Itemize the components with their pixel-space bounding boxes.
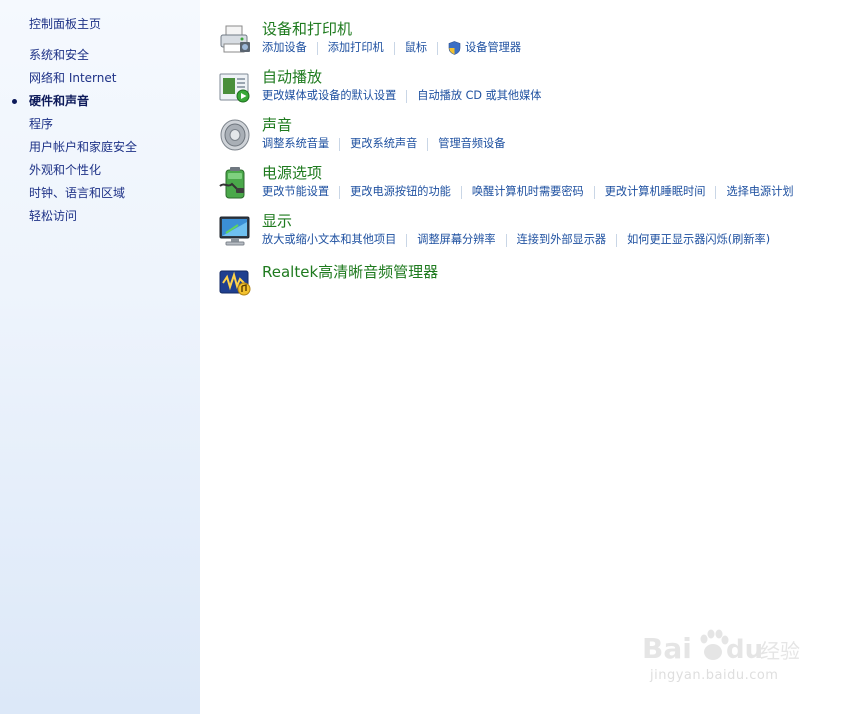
nav-item-network-internet[interactable]: 网络和 Internet xyxy=(29,71,137,94)
nav-item-appearance[interactable]: 外观和个性化 xyxy=(29,163,137,186)
category-power-options: 电源选项 更改节能设置 更改电源按钮的功能 唤醒计算机时需要密码 更改计算机睡眠… xyxy=(218,164,838,208)
nav-item-clock-language-region[interactable]: 时钟、语言和区域 xyxy=(29,186,137,209)
baidu-watermark: Bai du 经验 jingyan.baidu.com xyxy=(642,624,802,694)
baidu-paw-logo-icon: Bai du 经验 xyxy=(642,629,800,665)
link-resize-text[interactable]: 放大或缩小文本和其他项目 xyxy=(262,233,396,247)
link-separator xyxy=(460,185,462,199)
link-adjust-resolution[interactable]: 调整屏幕分辨率 xyxy=(417,233,495,247)
battery-icon[interactable] xyxy=(218,166,252,200)
link-separator xyxy=(339,137,341,151)
control-panel-window: 控制面板主页 系统和安全 网络和 Internet 硬件和声音 程序 用户帐户和… xyxy=(0,0,846,714)
watermark-url: jingyan.baidu.com xyxy=(650,668,779,683)
link-device-manager[interactable]: 设备管理器 xyxy=(448,41,521,55)
link-mouse[interactable]: 鼠标 xyxy=(405,41,427,55)
link-manage-audio-devices[interactable]: 管理音频设备 xyxy=(438,137,505,151)
link-separator xyxy=(393,41,395,55)
link-separator xyxy=(437,41,439,55)
link-change-sounds[interactable]: 更改系统声音 xyxy=(350,137,417,151)
category-sound: 声音 调整系统音量 更改系统声音 管理音频设备 xyxy=(218,116,838,160)
category-title-sound[interactable]: 声音 xyxy=(262,116,292,134)
category-links-devices-printers: 添加设备 添加打印机 鼠标 设备管理器 xyxy=(262,41,521,55)
link-change-sleep-time[interactable]: 更改计算机睡眠时间 xyxy=(605,185,706,199)
link-add-printer[interactable]: 添加打印机 xyxy=(328,41,384,55)
category-title-realtek-audio[interactable]: Realtek高清晰音频管理器 xyxy=(262,263,438,281)
main-content: 设备和打印机 添加设备 添加打印机 鼠标 设备管理器 自动播放 更改媒体或设备的… xyxy=(200,0,846,714)
link-separator xyxy=(406,89,408,103)
realtek-audio-icon[interactable] xyxy=(218,265,252,299)
speaker-icon[interactable] xyxy=(218,118,252,152)
nav-item-programs[interactable]: 程序 xyxy=(29,117,137,140)
svg-text:du: du xyxy=(726,635,763,665)
link-separator xyxy=(339,185,341,199)
category-links-autoplay: 更改媒体或设备的默认设置 自动播放 CD 或其他媒体 xyxy=(262,89,542,103)
link-require-password-on-wake[interactable]: 唤醒计算机时需要密码 xyxy=(472,185,584,199)
link-separator xyxy=(715,185,717,199)
category-title-autoplay[interactable]: 自动播放 xyxy=(262,68,322,86)
link-power-button-function[interactable]: 更改电源按钮的功能 xyxy=(350,185,451,199)
current-item-bullet-icon xyxy=(12,99,17,104)
nav-item-user-accounts[interactable]: 用户帐户和家庭安全 xyxy=(29,140,137,163)
autoplay-icon[interactable] xyxy=(218,70,252,104)
category-links-power-options: 更改节能设置 更改电源按钮的功能 唤醒计算机时需要密码 更改计算机睡眠时间 选择… xyxy=(262,185,794,199)
link-separator xyxy=(505,233,507,247)
category-autoplay: 自动播放 更改媒体或设备的默认设置 自动播放 CD 或其他媒体 xyxy=(218,68,838,112)
link-separator xyxy=(316,41,318,55)
category-title-devices-printers[interactable]: 设备和打印机 xyxy=(262,20,352,38)
nav-item-ease-of-access[interactable]: 轻松访问 xyxy=(29,209,137,232)
link-separator xyxy=(406,233,408,247)
link-connect-external-display[interactable]: 连接到外部显示器 xyxy=(517,233,607,247)
category-display: 显示 放大或缩小文本和其他项目 调整屏幕分辨率 连接到外部显示器 如何更正显示器… xyxy=(218,212,838,256)
svg-text:Bai: Bai xyxy=(642,632,692,665)
link-separator xyxy=(616,233,618,247)
category-devices-printers: 设备和打印机 添加设备 添加打印机 鼠标 设备管理器 xyxy=(218,20,838,64)
nav-item-hardware-sound-label: 硬件和声音 xyxy=(29,94,90,108)
navigation-pane: 控制面板主页 系统和安全 网络和 Internet 硬件和声音 程序 用户帐户和… xyxy=(0,0,200,714)
nav-item-system-security[interactable]: 系统和安全 xyxy=(29,48,137,71)
nav-control-panel-home[interactable]: 控制面板主页 xyxy=(29,15,101,32)
category-links-sound: 调整系统音量 更改系统声音 管理音频设备 xyxy=(262,137,505,151)
link-adjust-volume[interactable]: 调整系统音量 xyxy=(262,137,329,151)
category-title-power-options[interactable]: 电源选项 xyxy=(262,164,322,182)
svg-text:经验: 经验 xyxy=(760,639,800,663)
link-separator xyxy=(593,185,595,199)
monitor-icon[interactable] xyxy=(218,214,252,248)
link-device-manager-label: 设备管理器 xyxy=(465,41,522,54)
link-add-device[interactable]: 添加设备 xyxy=(262,41,307,55)
category-title-display[interactable]: 显示 xyxy=(262,212,292,230)
link-fix-monitor-flicker[interactable]: 如何更正显示器闪烁(刷新率) xyxy=(627,233,770,247)
category-links-display: 放大或缩小文本和其他项目 调整屏幕分辨率 连接到外部显示器 如何更正显示器闪烁(… xyxy=(262,233,770,247)
nav-category-list: 系统和安全 网络和 Internet 硬件和声音 程序 用户帐户和家庭安全 外观… xyxy=(12,48,137,232)
link-change-power-saving[interactable]: 更改节能设置 xyxy=(262,185,329,199)
category-realtek-audio: Realtek高清晰音频管理器 xyxy=(218,263,838,307)
link-separator xyxy=(427,137,429,151)
printer-icon[interactable] xyxy=(218,22,252,56)
link-choose-power-plan[interactable]: 选择电源计划 xyxy=(726,185,793,199)
nav-item-hardware-sound[interactable]: 硬件和声音 xyxy=(12,94,137,117)
link-autoplay-cd[interactable]: 自动播放 CD 或其他媒体 xyxy=(417,89,541,103)
uac-shield-icon xyxy=(448,41,461,55)
link-change-media-defaults[interactable]: 更改媒体或设备的默认设置 xyxy=(262,89,396,103)
